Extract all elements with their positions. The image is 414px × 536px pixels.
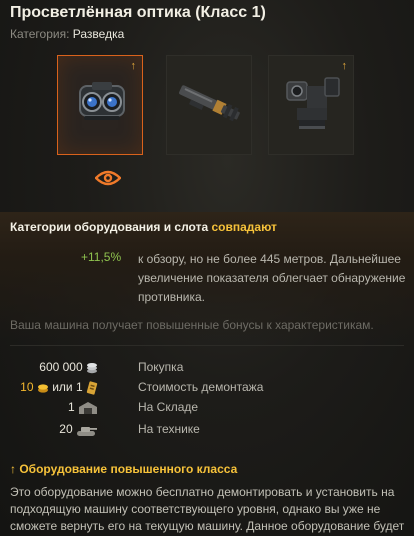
divider [10,345,404,346]
bonus-note: Ваша машина получает повышенные бонусы к… [10,318,374,332]
equipment-slot-optics[interactable]: ↑ [57,55,143,155]
demount-kit-value: 1 [75,380,83,394]
vehicles-label: На технике [138,422,200,436]
enhanced-title: Оборудование повышенного класса [19,462,238,476]
bonus-description: к обзору, но не более 445 метров. Дальне… [138,252,406,304]
stat-row-demount: 10 или 1 Стоимость демонтажа [0,380,414,398]
category-match-heading: Категории оборудования и слота совпадают [10,220,277,234]
storage-label: На Складе [138,400,199,414]
category-value: Разведка [72,27,125,41]
demount-or: или [52,380,73,394]
demount-gold-value: 10 [20,380,34,394]
eye-icon [95,170,121,186]
vehicles-value: 20 [59,422,73,436]
purchase-value: 600 000 [39,360,83,374]
equipment-title: Просветлённая оптика (Класс 1) [10,4,266,21]
storage-value: 1 [67,400,75,414]
rammer-cylinder-icon [179,85,240,122]
periscope-device-icon [286,77,340,129]
demount-label: Стоимость демонтажа [138,380,264,394]
gold-coin-icon [37,384,48,393]
binocular-optics-icon [79,82,125,120]
purchase-price: 600 000 [39,360,98,374]
depot-icon [79,401,97,414]
match-highlight: совпадают [211,220,277,234]
equipment-category: Категория: Разведка [10,27,124,41]
match-prefix: Категории оборудования и слота [10,220,209,234]
enhanced-equipment-heading: ↑ Оборудование повышенного класса [10,462,237,476]
equipment-slot-periscope[interactable]: ↑ [268,55,354,155]
equipment-slot-rammer[interactable] [166,55,252,155]
demount-price: 10 или 1 [20,380,98,395]
enhanced-arrow-icon: ↑ [10,462,16,476]
stat-row-purchase: 600 000 Покупка [0,360,414,378]
storage-count: 1 [68,400,98,415]
stat-row-vehicles: 20 На технике [0,422,414,440]
demount-kit-icon [86,381,98,395]
tank-icon [77,426,97,436]
stat-row-storage: 1 На Складе [0,400,414,418]
enhanced-description: Это оборудование можно бесплатно демонти… [10,485,405,533]
category-label: Категория: [10,27,70,41]
vehicles-count: 20 [59,422,98,437]
silver-coins-icon [87,362,97,374]
bonus-value: +11,5% [81,250,122,264]
purchase-label: Покупка [138,360,184,374]
